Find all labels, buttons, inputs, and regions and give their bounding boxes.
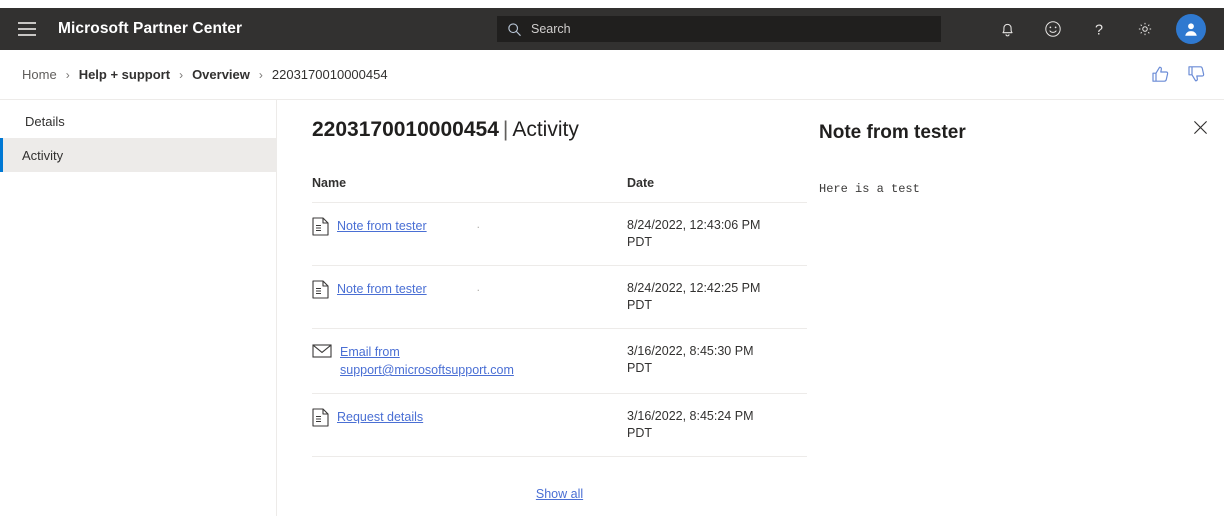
table-header: Name Date <box>312 176 807 203</box>
breadcrumb-bar: Home › Help + support › Overview › 22031… <box>0 50 1224 100</box>
app-header: Microsoft Partner Center Search ? <box>0 8 1224 50</box>
breadcrumb-separator-icon: › <box>258 67 263 82</box>
table-row[interactable]: Note from tester . 8/24/2022, 12:42:25 P… <box>312 265 807 329</box>
sidebar-item-label: Activity <box>22 147 64 163</box>
thumbs-down-icon[interactable] <box>1186 64 1208 86</box>
search-icon <box>507 22 522 37</box>
cell-date: 3/16/2022, 8:45:24 PM PDT <box>627 393 807 457</box>
breadcrumb-item-ticket-id: 2203170010000454 <box>271 67 388 82</box>
cell-date: 8/24/2022, 12:42:25 PM PDT <box>627 265 807 329</box>
activity-name-link[interactable]: Email from support@microsoftsupport.com <box>340 343 577 379</box>
document-icon <box>312 280 329 302</box>
page-title: 2203170010000454 | Activity <box>312 118 807 142</box>
table-body: Note from tester . 8/24/2022, 12:43:06 P… <box>312 202 807 457</box>
table-row[interactable]: Request details 3/16/2022, 8:45:24 PM PD… <box>312 393 807 457</box>
column-header-name: Name <box>312 176 627 203</box>
activity-name-link[interactable]: Note from tester <box>337 280 427 298</box>
search-input[interactable] <box>531 22 931 36</box>
email-icon <box>312 343 332 362</box>
table-row[interactable]: Note from tester . 8/24/2022, 12:43:06 P… <box>312 202 807 266</box>
help-icon[interactable]: ? <box>1076 8 1122 50</box>
close-icon[interactable] <box>1187 114 1213 140</box>
feedback-icon[interactable] <box>1030 8 1076 50</box>
header-actions: ? <box>984 8 1210 50</box>
row-trailing-mark: . <box>476 280 480 294</box>
app-title: Microsoft Partner Center <box>58 20 243 37</box>
main-content: 2203170010000454 | Activity Name Date No… <box>277 100 807 516</box>
hamburger-icon[interactable] <box>18 18 40 40</box>
detail-pane-body: Here is a test <box>819 182 920 196</box>
sidebar-item-activity[interactable]: Activity <box>0 138 276 172</box>
cell-date: 3/16/2022, 8:45:30 PM PDT <box>627 328 807 394</box>
breadcrumb-item-overview[interactable]: Overview <box>192 67 250 82</box>
global-search[interactable] <box>497 16 941 42</box>
detail-pane-title: Note from tester <box>819 122 966 143</box>
sidebar-item-details[interactable]: Details <box>0 104 276 138</box>
activity-table: Name Date Note from tester . 8/24/2022, … <box>312 176 807 457</box>
cell-date: 8/24/2022, 12:43:06 PM PDT <box>627 202 807 266</box>
breadcrumb-item-help-support[interactable]: Help + support <box>79 67 170 82</box>
cell-name: Email from support@microsoftsupport.com <box>312 328 627 394</box>
breadcrumb-separator-icon: › <box>65 67 70 82</box>
document-icon <box>312 408 329 430</box>
breadcrumb-separator-icon: › <box>179 67 184 82</box>
page-title-separator: | <box>502 118 509 141</box>
svg-text:?: ? <box>1095 22 1103 38</box>
cell-name: Note from tester . <box>312 202 627 266</box>
gear-icon[interactable] <box>1122 8 1168 50</box>
column-header-date: Date <box>627 176 807 203</box>
page-title-id: 2203170010000454 <box>312 118 499 141</box>
document-icon <box>312 217 329 239</box>
table-header-row: Name Date <box>312 176 807 203</box>
show-all-link[interactable]: Show all <box>536 487 583 501</box>
detail-pane: Note from tester Here is a test <box>807 100 1224 516</box>
activity-name-link[interactable]: Request details <box>337 408 423 426</box>
row-trailing-mark: . <box>476 217 480 231</box>
window-top-strip <box>0 0 1224 8</box>
page-body: Details Activity 2203170010000454 | Activi… <box>0 100 1224 516</box>
account-avatar[interactable] <box>1176 14 1206 44</box>
thumbs-up-icon[interactable] <box>1150 64 1172 86</box>
breadcrumb-item-home[interactable]: Home <box>22 67 57 82</box>
breadcrumb: Home › Help + support › Overview › 22031… <box>22 67 388 82</box>
page-title-section: Activity <box>512 118 579 141</box>
sidebar-item-label: Details <box>25 113 65 129</box>
side-navigation: Details Activity <box>0 100 277 516</box>
page-feedback-actions <box>1150 64 1208 86</box>
notifications-icon[interactable] <box>984 8 1030 50</box>
cell-name: Note from tester . <box>312 265 627 329</box>
cell-name: Request details <box>312 393 627 457</box>
show-all-container: Show all <box>312 457 807 503</box>
table-row[interactable]: Email from support@microsoftsupport.com … <box>312 328 807 394</box>
activity-name-link[interactable]: Note from tester <box>337 217 427 235</box>
